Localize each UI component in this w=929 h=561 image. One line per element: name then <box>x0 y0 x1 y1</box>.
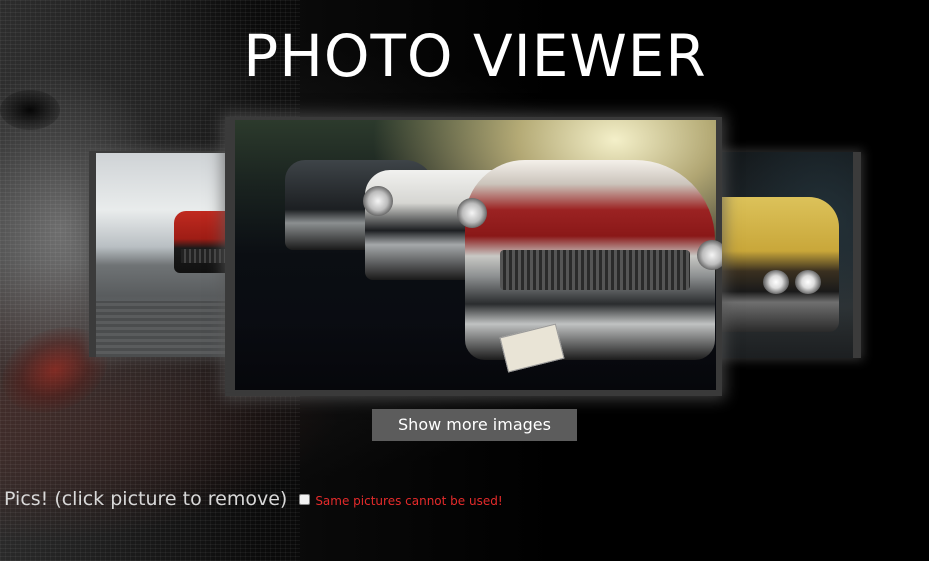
same-pictures-warning: Same pictures cannot be used! <box>315 494 503 508</box>
photo-left-road <box>96 301 231 357</box>
photo-center-headlight <box>457 198 487 228</box>
photo-viewer-page: PHOTO VIEWER Show more images Pics! (cli… <box>0 0 929 561</box>
photo-right-headlight <box>795 270 821 294</box>
photo-right-car <box>711 197 839 332</box>
pics-label: Pics! (click picture to remove) <box>4 488 288 510</box>
page-title: PHOTO VIEWER <box>243 22 707 90</box>
photo-center-car-grill <box>500 250 690 290</box>
photo-right-headlight <box>763 270 789 294</box>
photo-left-car <box>174 211 231 273</box>
photo-left-car-grill <box>181 249 229 263</box>
footer-controls: Pics! (click picture to remove) Same pic… <box>4 488 503 510</box>
gallery-photo-center[interactable] <box>225 117 722 396</box>
show-more-images-button[interactable]: Show more images <box>372 409 577 441</box>
gallery-photo-left[interactable] <box>89 151 231 357</box>
photo-center-headlight <box>363 186 393 216</box>
same-pictures-checkbox[interactable] <box>299 493 311 505</box>
photo-center-headlight <box>697 240 722 270</box>
gallery-photo-right[interactable] <box>711 152 861 358</box>
photo-center-image <box>235 120 722 390</box>
background-artwork-eye <box>0 90 60 130</box>
